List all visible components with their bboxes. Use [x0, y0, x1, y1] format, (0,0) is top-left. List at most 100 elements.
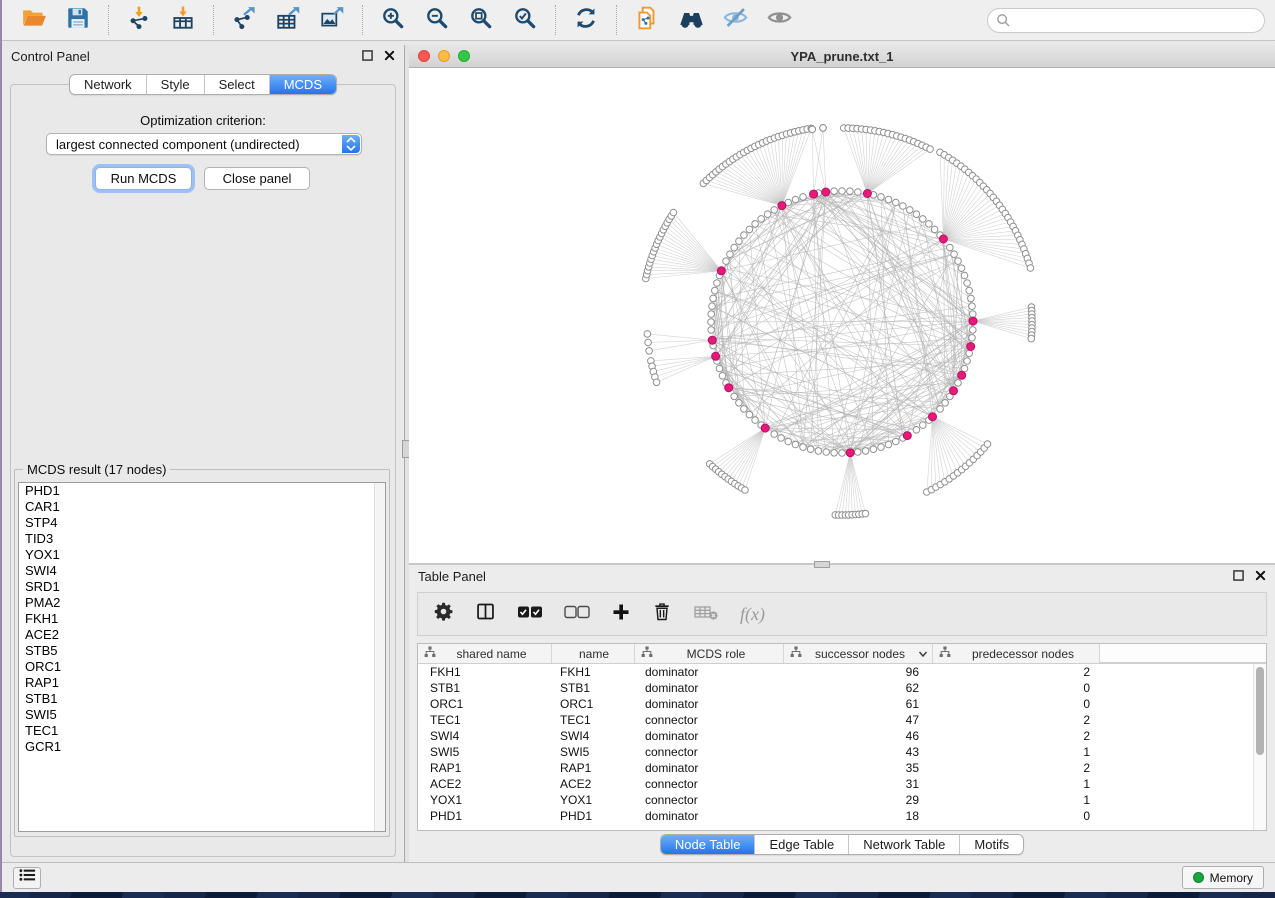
graph-node[interactable] [947, 244, 954, 251]
mcds-result-item[interactable]: PMA2 [19, 595, 385, 611]
table-cell[interactable]: PHD1 [552, 808, 635, 824]
graph-node[interactable] [839, 450, 846, 457]
graph-node[interactable] [885, 196, 892, 203]
import-network-button[interactable] [123, 4, 155, 36]
table-cell[interactable]: dominator [635, 728, 784, 744]
table-cell[interactable]: FKH1 [552, 664, 635, 680]
graph-node[interactable] [964, 358, 971, 365]
graph-node[interactable] [927, 146, 934, 153]
graph-node[interactable] [727, 251, 734, 258]
graph-node[interactable] [731, 244, 738, 251]
close-panel-icon[interactable] [1255, 569, 1266, 584]
column-header-predecessor-nodes[interactable]: predecessor nodes [933, 644, 1100, 663]
graph-node[interactable] [926, 221, 933, 228]
graph-node[interactable] [958, 265, 965, 272]
graph-node[interactable] [961, 272, 968, 279]
open-file-button[interactable] [18, 4, 50, 36]
graph-node[interactable] [714, 280, 721, 287]
table-cell[interactable]: dominator [635, 664, 784, 680]
graph-node[interactable] [653, 379, 660, 386]
table-cell[interactable]: ACE2 [418, 776, 552, 792]
graph-node[interactable] [969, 303, 976, 310]
graph-node[interactable] [645, 339, 652, 346]
export-network-button[interactable] [228, 4, 260, 36]
graph-node[interactable] [778, 435, 785, 442]
mcds-result-item[interactable]: TEC1 [19, 723, 385, 739]
mcds-result-item[interactable]: STB1 [19, 691, 385, 707]
graph-hub-node[interactable] [810, 190, 818, 198]
run-mcds-button[interactable]: Run MCDS [95, 167, 192, 190]
graph-node[interactable] [878, 194, 885, 201]
mcds-result-item[interactable]: SRD1 [19, 579, 385, 595]
mcds-result-item[interactable]: GCR1 [19, 739, 385, 755]
zoom-fit-button[interactable] [465, 4, 497, 36]
table-cell[interactable]: dominator [635, 680, 784, 696]
graph-node[interactable] [955, 258, 962, 265]
table-cell[interactable]: 2 [933, 712, 1100, 728]
graph-node[interactable] [984, 441, 991, 448]
mcds-result-item[interactable]: ACE2 [19, 627, 385, 643]
graph-node[interactable] [719, 373, 726, 380]
table-cell[interactable]: 62 [784, 680, 933, 696]
save-session-button[interactable] [62, 4, 94, 36]
graph-node[interactable] [942, 400, 949, 407]
graph-node[interactable] [900, 203, 907, 210]
table-cell[interactable]: 0 [933, 680, 1100, 696]
tab-style[interactable]: Style [146, 75, 204, 94]
graph-hub-node[interactable] [712, 352, 720, 360]
find-button[interactable] [675, 4, 707, 36]
graph-node[interactable] [966, 350, 973, 357]
graph-node[interactable] [955, 380, 962, 387]
graph-node[interactable] [970, 311, 977, 318]
graph-node[interactable] [970, 327, 977, 334]
table-cell[interactable]: connector [635, 712, 784, 728]
graph-node[interactable] [708, 327, 715, 334]
table-cell[interactable]: 1 [933, 744, 1100, 760]
show-all-button[interactable] [763, 4, 795, 36]
graph-node[interactable] [746, 411, 753, 418]
graph-hub-node[interactable] [903, 432, 911, 440]
import-table-button[interactable] [167, 4, 199, 36]
graph-hub-node[interactable] [725, 384, 733, 392]
table-cell[interactable]: RAP1 [552, 760, 635, 776]
graph-node[interactable] [885, 441, 892, 448]
graph-node[interactable] [913, 211, 920, 218]
table-row[interactable]: YOX1YOX1connector291 [418, 792, 1266, 808]
delete-table-button[interactable] [693, 602, 719, 627]
mcds-result-item[interactable]: PHD1 [19, 483, 385, 499]
graph-node[interactable] [823, 449, 830, 456]
table-cell[interactable]: 2 [933, 664, 1100, 680]
function-builder-button[interactable]: f(x) [740, 604, 765, 625]
search-input[interactable] [987, 8, 1265, 33]
graph-node[interactable] [961, 365, 968, 372]
column-header-name[interactable]: name [552, 644, 635, 663]
table-cell[interactable]: FKH1 [418, 664, 552, 680]
close-window-traffic-light[interactable] [418, 50, 430, 62]
table-cell[interactable]: SWI5 [552, 744, 635, 760]
task-history-button[interactable] [13, 867, 41, 889]
graph-node[interactable] [710, 295, 717, 302]
graph-node[interactable] [913, 427, 920, 434]
graph-node[interactable] [855, 449, 862, 456]
table-cell[interactable]: SWI4 [418, 728, 552, 744]
table-cell[interactable]: 0 [933, 696, 1100, 712]
mcds-result-item[interactable]: TID3 [19, 531, 385, 547]
mcds-result-item[interactable]: ORC1 [19, 659, 385, 675]
mcds-result-item[interactable]: CAR1 [19, 499, 385, 515]
graph-node[interactable] [847, 188, 854, 195]
horizontal-splitter-grip[interactable] [814, 561, 830, 568]
graph-hub-node[interactable] [958, 371, 966, 379]
graph-node[interactable] [670, 209, 677, 216]
graph-node[interactable] [708, 319, 715, 326]
graph-hub-node[interactable] [822, 188, 830, 196]
tab-network-table[interactable]: Network Table [848, 835, 959, 854]
graph-node[interactable] [731, 393, 738, 400]
graph-node[interactable] [855, 189, 862, 196]
graph-node[interactable] [800, 444, 807, 451]
graph-hub-node[interactable] [863, 190, 871, 198]
table-cell[interactable]: TEC1 [552, 712, 635, 728]
table-settings-button[interactable] [433, 601, 454, 627]
memory-button[interactable]: Memory [1182, 866, 1264, 889]
column-header-successor-nodes[interactable]: successor nodes [784, 644, 933, 663]
mcds-result-item[interactable]: FKH1 [19, 611, 385, 627]
